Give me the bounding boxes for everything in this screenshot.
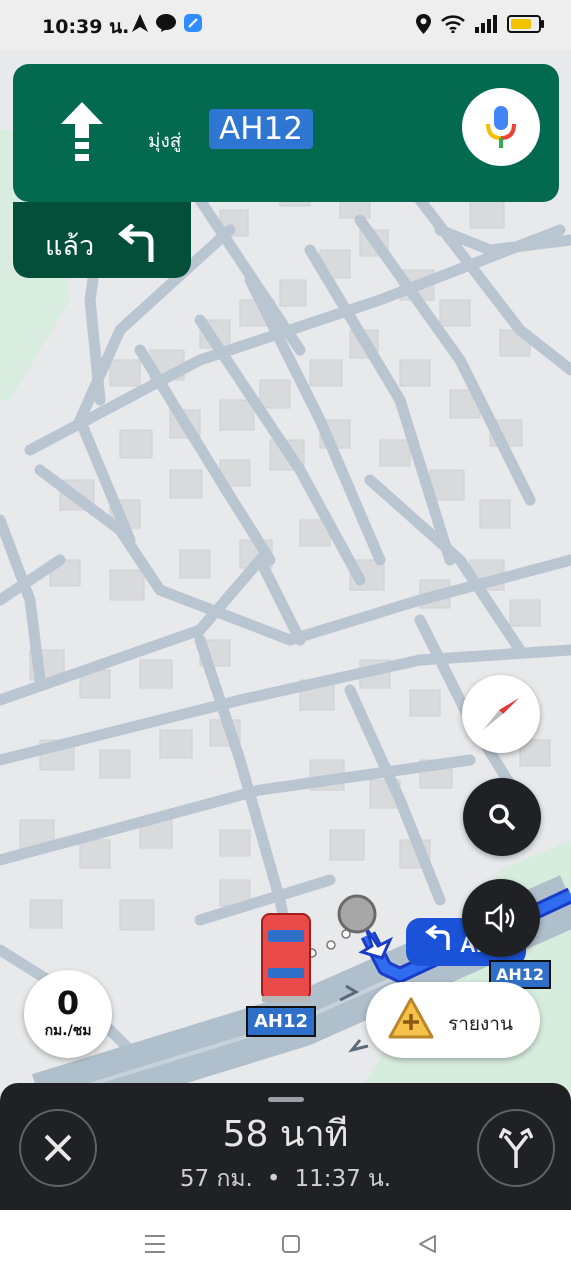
home-icon[interactable] (281, 1234, 301, 1254)
turn-left-icon (118, 224, 154, 262)
route-name: AH12 (209, 109, 313, 149)
app-icon (184, 14, 202, 32)
sheet-handle[interactable] (268, 1097, 304, 1102)
sound-button[interactable] (462, 879, 540, 957)
search-button[interactable] (463, 778, 541, 856)
report-incident-icon (388, 997, 434, 1039)
report-label: รายงาน (448, 1013, 513, 1035)
route-shield: AH12 (246, 1006, 317, 1037)
trip-eta: 11:37 น. (294, 1166, 392, 1192)
location-icon (416, 14, 431, 34)
next-maneuver-card[interactable]: แล้ว (13, 202, 191, 278)
line-icon (156, 14, 176, 32)
trip-distance: 57 กม. (179, 1166, 253, 1192)
system-navigation-bar (0, 1210, 571, 1280)
speedometer: 0 กม./ชม (24, 970, 112, 1058)
clock: 10:39 น. (42, 16, 130, 38)
battery-icon (507, 15, 544, 33)
back-icon[interactable] (417, 1234, 437, 1254)
compass-icon (483, 698, 519, 730)
alternate-routes-button[interactable] (477, 1109, 555, 1187)
separator: • (266, 1166, 281, 1192)
report-button[interactable]: รายงาน (366, 982, 540, 1058)
speed-value: 0 (56, 984, 80, 1022)
mic-icon (486, 106, 516, 148)
alternate-routes-icon (499, 1128, 533, 1168)
volume-icon (485, 903, 515, 933)
compass-button[interactable] (462, 675, 540, 753)
straight-arrow-icon (61, 102, 103, 161)
status-bar: 10:39 น. (0, 0, 571, 50)
search-icon (489, 804, 516, 831)
toward-label: มุ่งสู่ (148, 130, 182, 152)
wifi-icon (441, 15, 465, 33)
signal-icon (475, 15, 497, 33)
speed-unit: กม./ชม (44, 1023, 92, 1039)
voice-search-button[interactable] (462, 88, 540, 166)
menu-icon[interactable] (144, 1234, 166, 1254)
trip-summary-sheet[interactable]: 58 นาที 57 กม. • 11:37 น. (0, 1083, 571, 1210)
then-label: แล้ว (45, 231, 95, 262)
car-icon (261, 913, 311, 1002)
navigation-banner[interactable]: มุ่งสู่ AH12 (13, 64, 559, 202)
navigation-icon (132, 14, 148, 32)
